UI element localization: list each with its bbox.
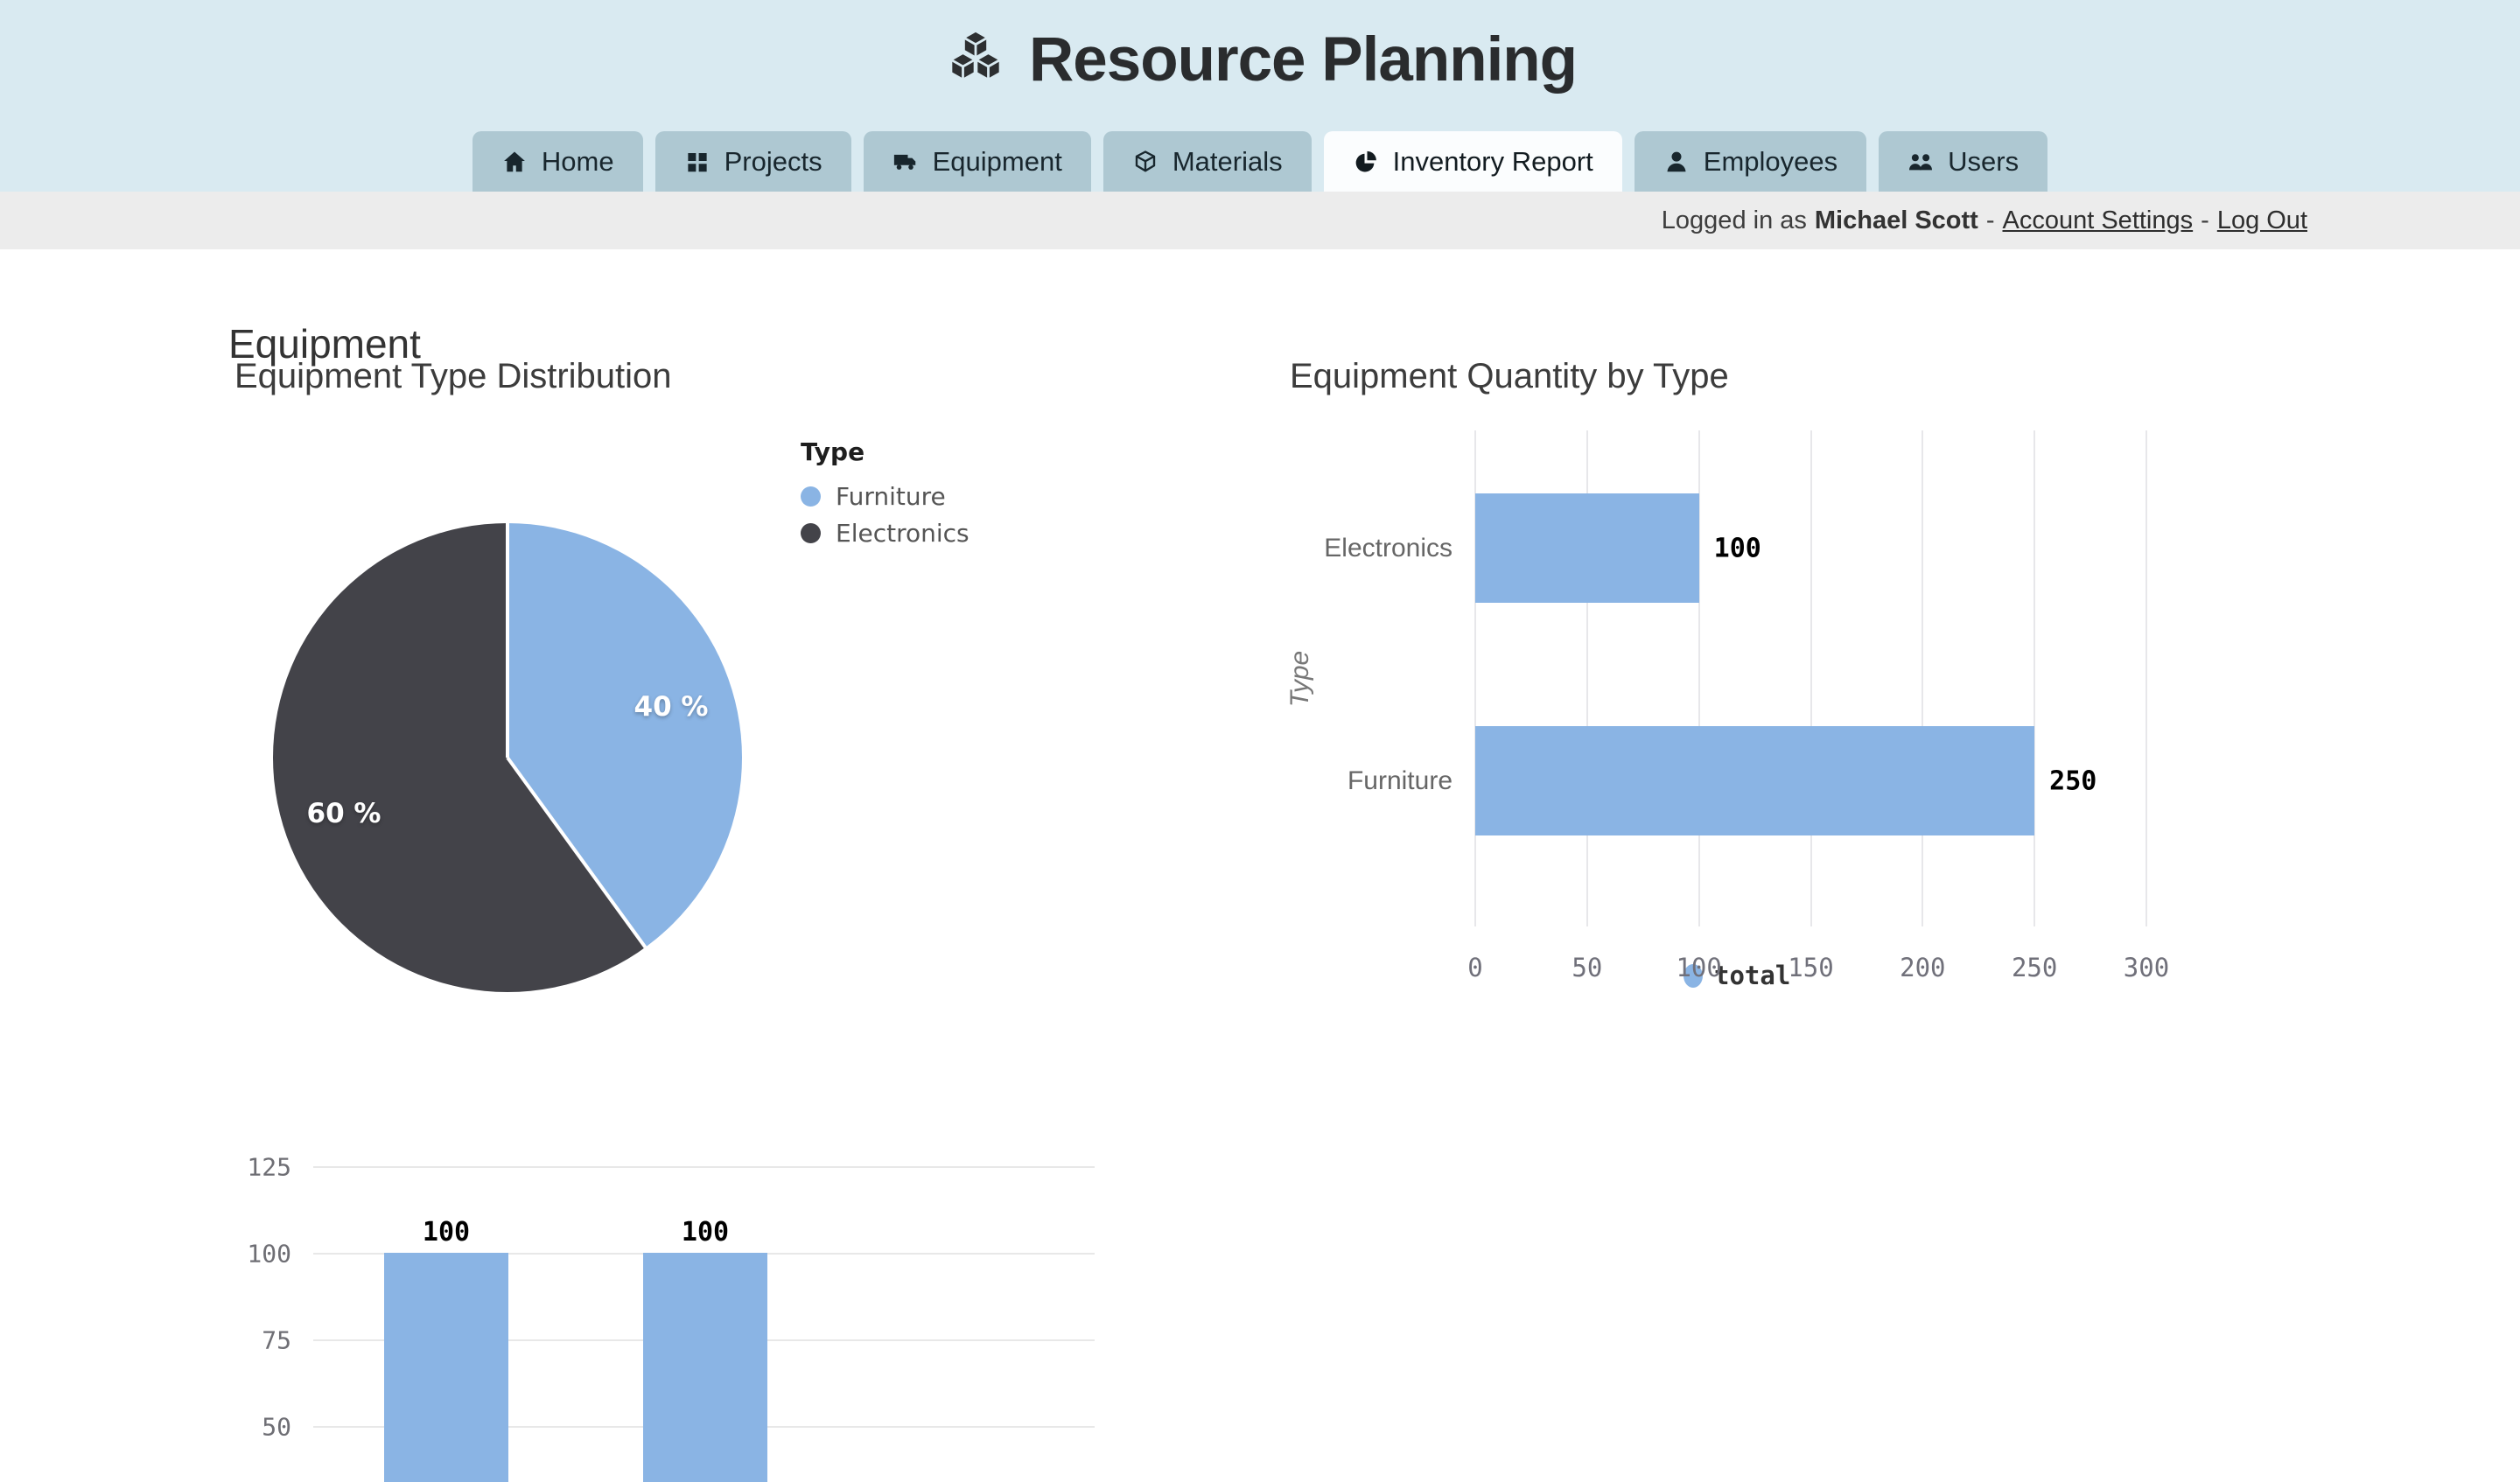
home-icon (501, 149, 528, 175)
x-axis-tick-label: 100 (1647, 953, 1752, 982)
pie-legend: Type Furniture Electronics (801, 437, 970, 551)
x-axis-tick-label: 50 (1535, 953, 1640, 982)
tab-employees[interactable]: Employees (1634, 131, 1866, 192)
category-label: Furniture (1348, 766, 1452, 796)
pie-slice-label-electronics: 60 % (307, 798, 382, 829)
session-prefix: Logged in as (1662, 206, 1807, 235)
tab-bar: Home Projects Equipment Materials Inventory … (0, 131, 2520, 192)
separator: - (2201, 206, 2209, 235)
box-icon (1132, 149, 1158, 175)
tab-label: Equipment (933, 146, 1062, 178)
tab-label: Materials (1172, 146, 1283, 178)
furniture-swatch-icon (801, 486, 821, 507)
hbar-chart-title: Equipment Quantity by Type (1290, 357, 1729, 396)
x-axis-tick-label: 300 (2094, 953, 2199, 982)
app-title: Resource Planning (0, 16, 2520, 103)
account-settings-link[interactable]: Account Settings (2003, 206, 2194, 235)
y-axis-tick-label: 75 (262, 1326, 291, 1355)
tab-label: Users (1948, 146, 2019, 178)
user-icon (1663, 149, 1690, 175)
pie-legend-title: Type (801, 437, 970, 466)
tab-home[interactable]: Home (472, 131, 643, 192)
tab-materials[interactable]: Materials (1103, 131, 1312, 192)
session-bar: Logged in as Michael Scott - Account Set… (0, 192, 2520, 249)
pie-chart[interactable] (273, 523, 742, 992)
tab-label: Inventory Report (1393, 146, 1593, 178)
x-axis-tick-label: 150 (1759, 953, 1864, 982)
tab-projects[interactable]: Projects (655, 131, 851, 192)
category-label: Electronics (1324, 534, 1452, 563)
bar-value-label: 100 (423, 1218, 470, 1248)
tab-label: Projects (724, 146, 822, 178)
x-axis-tick-label: 0 (1423, 953, 1528, 982)
pie-slice-dividers (273, 523, 742, 992)
electronics-swatch-icon (801, 523, 821, 543)
legend-label: Electronics (836, 519, 970, 548)
separator: - (1986, 206, 1995, 235)
y-axis-tick-label: 100 (247, 1240, 291, 1269)
bar-electronics[interactable] (1475, 493, 1699, 603)
users-icon (1908, 149, 1934, 175)
cubes-icon (943, 27, 1008, 92)
vbar-chart-plot: 1251007550100100 (313, 1137, 1095, 1482)
x-axis-tick-label: 200 (1870, 953, 1975, 982)
hbar-y-axis-title: Type (1285, 650, 1315, 706)
truck-icon (892, 149, 919, 175)
hbar-chart-plot: Type total 050100150200250300100Electron… (1475, 430, 2146, 926)
bar[interactable] (643, 1253, 767, 1482)
y-axis-tick-label: 50 (262, 1413, 291, 1442)
pie-chart-title: Equipment Type Distribution (234, 357, 672, 396)
session-username: Michael Scott (1815, 206, 1978, 235)
bar-value-label: 100 (682, 1218, 729, 1248)
grid-icon (684, 149, 710, 175)
pie-chart-icon (1353, 149, 1379, 175)
tab-users[interactable]: Users (1879, 131, 2048, 192)
gridline (1922, 430, 1923, 926)
legend-item-electronics[interactable]: Electronics (801, 514, 970, 551)
tab-label: Home (542, 146, 614, 178)
bar-furniture[interactable] (1475, 726, 2034, 835)
log-out-link[interactable]: Log Out (2217, 206, 2307, 235)
gridline (2034, 430, 2035, 926)
hbar-y-axis-title-wrap: Type (1274, 430, 1326, 926)
app-title-text: Resource Planning (1029, 24, 1577, 95)
gridline (313, 1166, 1095, 1168)
gridline (1810, 430, 1812, 926)
tab-label: Employees (1704, 146, 1838, 178)
bar-value-label: 250 (2049, 765, 2096, 796)
x-axis-tick-label: 250 (1982, 953, 2087, 982)
legend-item-furniture[interactable]: Furniture (801, 478, 970, 514)
app-window: Resource Planning Home Projects Equipment M… (0, 0, 2520, 1482)
pie-slice-label-furniture: 40 % (634, 691, 709, 723)
app-header: Resource Planning Home Projects Equipment M… (0, 0, 2520, 192)
legend-label: Furniture (836, 482, 946, 511)
bar-value-label: 100 (1714, 533, 1761, 563)
tab-equipment[interactable]: Equipment (864, 131, 1091, 192)
gridline (2146, 430, 2147, 926)
bar[interactable] (384, 1253, 508, 1482)
y-axis-tick-label: 125 (247, 1153, 291, 1182)
tab-inventory-report[interactable]: Inventory Report (1324, 131, 1622, 192)
